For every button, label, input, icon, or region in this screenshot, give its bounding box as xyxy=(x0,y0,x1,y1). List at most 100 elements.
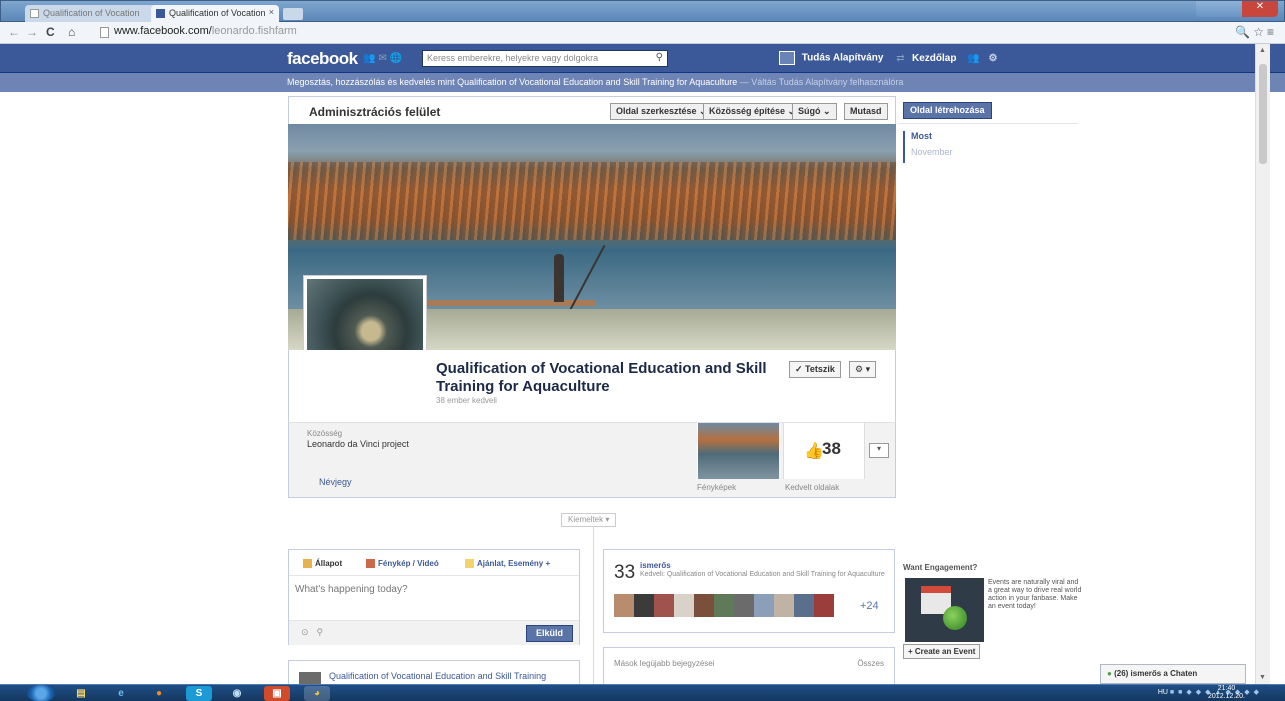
create-page-button[interactable]: Oldal létrehozása xyxy=(903,102,992,119)
event-icon xyxy=(465,559,474,569)
avatar[interactable] xyxy=(794,594,814,617)
browser-tab-1[interactable]: Qualification of Vocation × xyxy=(25,5,165,23)
ad-heading[interactable]: Want Engagement? xyxy=(903,563,1083,572)
cover-reeds xyxy=(288,162,896,240)
edit-page-button[interactable]: Oldal szerkesztése ⌄ xyxy=(610,103,713,120)
friends-box: 33 ismerős Kedveli: Qualification of Voc… xyxy=(603,549,895,633)
post-title[interactable]: Qualification of Vocational Education an… xyxy=(329,671,546,681)
more-apps-button[interactable]: ▾ xyxy=(869,443,889,458)
tab-label: Qualification of Vocation xyxy=(43,8,140,18)
start-button[interactable] xyxy=(27,685,55,701)
scroll-up-icon[interactable]: ▲ xyxy=(1259,47,1266,54)
new-tab-button[interactable] xyxy=(283,8,303,20)
clock-date: 2012.12.20. xyxy=(1208,693,1245,700)
tab-status[interactable]: Állapot xyxy=(303,559,343,569)
friends-count: 33 xyxy=(614,562,636,583)
composer-option-icons[interactable]: ⊙⚲ xyxy=(301,627,331,638)
settings-icons[interactable]: 👥 ⚙ xyxy=(967,53,1000,64)
timeline-spine xyxy=(593,527,594,701)
browser-tab-2[interactable]: Qualification of Vocation × xyxy=(151,5,279,23)
reload-icon[interactable]: C xyxy=(46,25,55,39)
likes-app-box[interactable]: 👍 38 xyxy=(783,423,865,479)
scroll-down-icon[interactable]: ▼ xyxy=(1259,674,1266,681)
avatar[interactable] xyxy=(734,594,754,617)
user-profile-link[interactable]: Tudás Alapítvány ⇄ xyxy=(779,51,905,65)
avatar[interactable] xyxy=(614,594,634,617)
online-icon: ● xyxy=(1107,669,1112,678)
forward-icon[interactable]: → xyxy=(26,25,38,39)
facebook-header: facebook 👥✉🌐 Keress emberekre, helyekre … xyxy=(0,44,1285,73)
window-controls: ✕ xyxy=(1196,1,1278,17)
chrome-icon[interactable]: ◕ xyxy=(304,686,330,701)
post-button[interactable]: Elküld xyxy=(525,625,573,642)
browser-menu-icons[interactable]: 🔍☆≡ xyxy=(1235,25,1277,39)
address-bar[interactable]: www.facebook.com/leonardo.fishfarm xyxy=(98,25,1203,41)
scrollbar-thumb[interactable] xyxy=(1259,64,1267,164)
status-icon xyxy=(303,559,312,569)
back-icon[interactable]: ← xyxy=(8,25,20,39)
scrollbar[interactable]: ▲ ▼ xyxy=(1255,44,1270,684)
show-admin-panel-button[interactable]: Mutasd xyxy=(844,103,888,120)
tab-status-label: Állapot xyxy=(315,559,343,568)
tab-offer-event[interactable]: Ajánlat, Esemény + xyxy=(465,559,550,569)
page-info-strip: Közösség Leonardo da Vinci project Névje… xyxy=(288,422,896,498)
highlights-dropdown[interactable]: Kiemeltek ▾ xyxy=(561,513,617,527)
explorer-icon[interactable]: ▤ xyxy=(68,686,94,701)
page-icon xyxy=(100,27,109,38)
language-indicator[interactable]: HU xyxy=(1158,689,1168,696)
admin-title: Adminisztrációs felület xyxy=(309,105,441,119)
firefox-icon[interactable]: ● xyxy=(146,686,172,701)
like-button[interactable]: ✓ Tetszik xyxy=(789,361,841,378)
friends-title[interactable]: ismerős xyxy=(640,561,671,570)
photos-label[interactable]: Fényképek xyxy=(697,483,736,492)
avatar[interactable] xyxy=(774,594,794,617)
timeline-nav-november[interactable]: November xyxy=(911,147,953,163)
facebook-logo[interactable]: facebook xyxy=(287,49,358,69)
see-all-link[interactable]: Összes xyxy=(857,659,884,668)
ad-image[interactable] xyxy=(905,578,984,642)
likes-count-text[interactable]: 38 ember kedveli xyxy=(436,396,497,405)
clock[interactable]: 21:40 2012.12.20. xyxy=(1208,685,1245,701)
page-options-button[interactable]: ⚙ ▾ xyxy=(849,361,877,378)
divider xyxy=(898,123,1078,124)
avatar[interactable] xyxy=(754,594,774,617)
avatar[interactable] xyxy=(654,594,674,617)
page-title: Qualification of Vocational Education an… xyxy=(436,360,767,395)
facebook-icon xyxy=(156,9,165,18)
liked-pages-label[interactable]: Kedvelt oldalak xyxy=(785,483,839,492)
ad-body: Events are naturally viral and a great w… xyxy=(988,579,1082,610)
build-audience-button[interactable]: Közösség építése ⌄ xyxy=(703,103,802,120)
presentation-icon[interactable]: ▣ xyxy=(264,686,290,701)
window-close-button[interactable]: ✕ xyxy=(1242,1,1278,17)
switch-user-link[interactable]: — Váltás Tudás Alapítvány felhasználóra xyxy=(737,77,904,87)
timeline-nav: Most November xyxy=(903,131,953,163)
notification-icons[interactable]: 👥✉🌐 xyxy=(363,53,405,64)
photos-app-thumbnail[interactable] xyxy=(697,423,779,479)
search-input[interactable]: Keress emberekre, helyekre vagy dolgokra… xyxy=(422,50,668,67)
avatar[interactable] xyxy=(674,594,694,617)
create-event-button[interactable]: + Create an Event xyxy=(903,644,981,659)
clock-time: 21:40 xyxy=(1217,685,1236,692)
timeline-nav-now[interactable]: Most xyxy=(911,131,953,147)
home-icon[interactable]: ⌂ xyxy=(68,25,75,39)
tab-photo-video[interactable]: Fénykép / Videó xyxy=(366,559,439,569)
avatar[interactable] xyxy=(694,594,714,617)
close-icon[interactable]: × xyxy=(269,7,274,17)
internet-explorer-icon[interactable]: e xyxy=(108,686,134,701)
skype-icon[interactable]: S xyxy=(186,686,212,701)
avatar[interactable] xyxy=(634,594,654,617)
chat-bar[interactable]: ● (26) ismerős a Chaten xyxy=(1100,664,1246,684)
status-input[interactable]: What's happening today? xyxy=(295,584,408,595)
more-friends-count[interactable]: +24 xyxy=(860,600,879,612)
help-button[interactable]: Súgó ⌄ xyxy=(792,103,837,120)
home-label: Kezdőlap xyxy=(912,53,957,64)
messenger-icon[interactable]: ◉ xyxy=(224,686,250,701)
home-link[interactable]: Kezdőlap 👥 ⚙ xyxy=(912,53,1000,64)
switch-icon[interactable]: ⇄ xyxy=(896,53,904,64)
acting-as-notice: Megosztás, hozzászólás és kedvelés mint … xyxy=(0,73,1285,92)
notice-text: Megosztás, hozzászólás és kedvelés mint … xyxy=(287,77,738,87)
about-link[interactable]: Névjegy xyxy=(319,477,352,487)
avatar[interactable] xyxy=(714,594,734,617)
avatar[interactable] xyxy=(814,594,834,617)
search-icon[interactable]: ⚲ xyxy=(656,52,663,63)
